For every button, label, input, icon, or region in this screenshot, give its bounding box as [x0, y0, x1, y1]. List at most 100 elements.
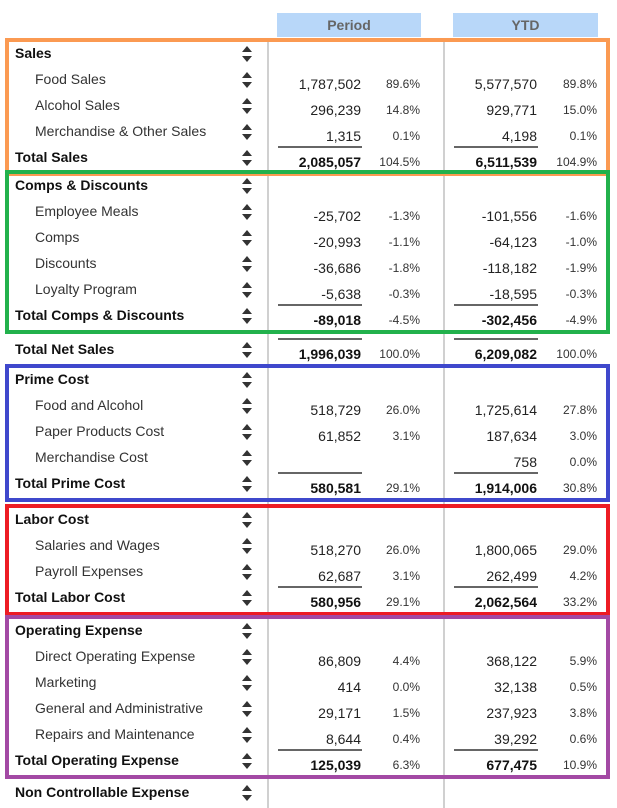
- sort-up-icon[interactable]: [242, 450, 252, 456]
- sort-arrows-icon[interactable]: [242, 342, 252, 360]
- sort-down-icon[interactable]: [242, 574, 252, 580]
- sort-down-icon[interactable]: [242, 763, 252, 769]
- period-value: 518,270: [310, 542, 361, 558]
- sort-up-icon[interactable]: [242, 282, 252, 288]
- sort-up-icon[interactable]: [242, 124, 252, 130]
- sort-down-icon[interactable]: [242, 522, 252, 528]
- sort-down-icon[interactable]: [242, 659, 252, 665]
- ytd-percent: -1.0%: [565, 235, 597, 249]
- total-underline-ytd: [454, 749, 538, 751]
- sort-up-icon[interactable]: [242, 753, 252, 759]
- sort-down-icon[interactable]: [242, 266, 252, 272]
- sort-arrows-icon[interactable]: [242, 124, 252, 142]
- sort-arrows-icon[interactable]: [242, 424, 252, 442]
- sort-arrows-icon[interactable]: [242, 178, 252, 196]
- sort-down-icon[interactable]: [242, 434, 252, 440]
- sort-up-icon[interactable]: [242, 178, 252, 184]
- sort-arrows-icon[interactable]: [242, 564, 252, 582]
- period-value: -36,686: [313, 260, 361, 276]
- column-header-period: Period: [277, 13, 421, 37]
- sort-down-icon[interactable]: [242, 382, 252, 388]
- sort-up-icon[interactable]: [242, 342, 252, 348]
- sort-down-icon[interactable]: [242, 408, 252, 414]
- sort-arrows-icon[interactable]: [242, 785, 252, 803]
- sort-arrows-icon[interactable]: [242, 538, 252, 556]
- sort-arrows-icon[interactable]: [242, 623, 252, 641]
- sort-arrows-icon[interactable]: [242, 590, 252, 608]
- sort-down-icon[interactable]: [242, 82, 252, 88]
- sort-down-icon[interactable]: [242, 318, 252, 324]
- sort-arrows-icon[interactable]: [242, 46, 252, 64]
- sort-up-icon[interactable]: [242, 398, 252, 404]
- sort-up-icon[interactable]: [242, 623, 252, 629]
- sort-down-icon[interactable]: [242, 134, 252, 140]
- sort-arrows-icon[interactable]: [242, 230, 252, 248]
- sort-arrows-icon[interactable]: [242, 150, 252, 168]
- sort-arrows-icon[interactable]: [242, 256, 252, 274]
- sort-up-icon[interactable]: [242, 785, 252, 791]
- sort-down-icon[interactable]: [242, 292, 252, 298]
- sort-down-icon[interactable]: [242, 188, 252, 194]
- sort-down-icon[interactable]: [242, 548, 252, 554]
- sort-arrows-icon[interactable]: [242, 512, 252, 530]
- sort-arrows-icon[interactable]: [242, 372, 252, 390]
- sort-up-icon[interactable]: [242, 512, 252, 518]
- sort-down-icon[interactable]: [242, 633, 252, 639]
- sort-arrows-icon[interactable]: [242, 72, 252, 90]
- sort-down-icon[interactable]: [242, 160, 252, 166]
- sort-up-icon[interactable]: [242, 256, 252, 262]
- sort-up-icon[interactable]: [242, 72, 252, 78]
- sort-arrows-icon[interactable]: [242, 753, 252, 771]
- sort-arrows-icon[interactable]: [242, 476, 252, 494]
- sort-up-icon[interactable]: [242, 701, 252, 707]
- sort-up-icon[interactable]: [242, 727, 252, 733]
- sort-down-icon[interactable]: [242, 214, 252, 220]
- sort-up-icon[interactable]: [242, 230, 252, 236]
- ytd-value: 2,062,564: [474, 594, 537, 610]
- sort-up-icon[interactable]: [242, 538, 252, 544]
- sort-arrows-icon[interactable]: [242, 727, 252, 745]
- sort-up-icon[interactable]: [242, 204, 252, 210]
- sort-up-icon[interactable]: [242, 590, 252, 596]
- sort-down-icon[interactable]: [242, 460, 252, 466]
- row-label: Non Controllable Expense: [15, 784, 190, 800]
- sort-down-icon[interactable]: [242, 486, 252, 492]
- sort-arrows-icon[interactable]: [242, 450, 252, 468]
- ytd-value: -118,182: [482, 260, 537, 276]
- sort-down-icon[interactable]: [242, 600, 252, 606]
- sort-down-icon[interactable]: [242, 108, 252, 114]
- row-label: Merchandise & Other Sales: [35, 123, 207, 139]
- ytd-percent: -0.3%: [565, 287, 597, 301]
- sort-arrows-icon[interactable]: [242, 204, 252, 222]
- sort-arrows-icon[interactable]: [242, 282, 252, 300]
- sort-arrows-icon[interactable]: [242, 308, 252, 326]
- sort-arrows-icon[interactable]: [242, 701, 252, 719]
- sort-arrows-icon[interactable]: [242, 398, 252, 416]
- sort-up-icon[interactable]: [242, 46, 252, 52]
- period-value: 29,171: [318, 705, 361, 721]
- sort-arrows-icon[interactable]: [242, 675, 252, 693]
- sort-down-icon[interactable]: [242, 240, 252, 246]
- sort-down-icon[interactable]: [242, 795, 252, 801]
- sort-down-icon[interactable]: [242, 56, 252, 62]
- sort-down-icon[interactable]: [242, 711, 252, 717]
- total-underline-ytd: [454, 472, 538, 474]
- sort-up-icon[interactable]: [242, 675, 252, 681]
- sort-arrows-icon[interactable]: [242, 649, 252, 667]
- total-underline-period: [278, 586, 362, 588]
- sort-up-icon[interactable]: [242, 150, 252, 156]
- sort-up-icon[interactable]: [242, 564, 252, 570]
- sort-up-icon[interactable]: [242, 98, 252, 104]
- row-label: Repairs and Maintenance: [35, 726, 195, 742]
- sort-up-icon[interactable]: [242, 424, 252, 430]
- sort-up-icon[interactable]: [242, 372, 252, 378]
- sort-up-icon[interactable]: [242, 476, 252, 482]
- ytd-percent: 3.8%: [569, 706, 597, 720]
- sort-down-icon[interactable]: [242, 685, 252, 691]
- period-value: 2,085,057: [298, 154, 361, 170]
- sort-up-icon[interactable]: [242, 649, 252, 655]
- sort-arrows-icon[interactable]: [242, 98, 252, 116]
- sort-up-icon[interactable]: [242, 308, 252, 314]
- sort-down-icon[interactable]: [242, 737, 252, 743]
- sort-down-icon[interactable]: [242, 352, 252, 358]
